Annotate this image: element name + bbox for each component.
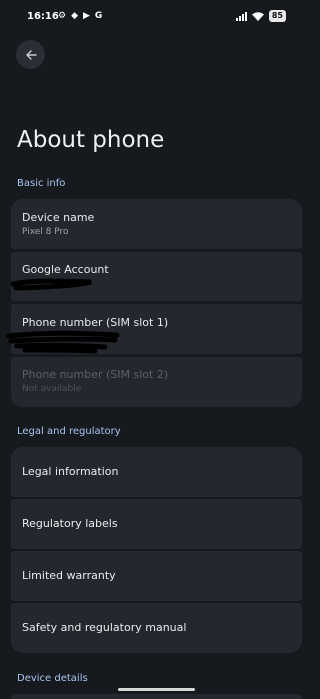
play-notification-icon: ▶ bbox=[83, 11, 90, 21]
google-account-item[interactable]: Google Account bbox=[11, 252, 302, 301]
page-title: About phone bbox=[17, 127, 165, 154]
device-name-title: Device name bbox=[22, 211, 95, 224]
redaction-mark bbox=[11, 278, 92, 291]
phone-number-sim2-status: Not available bbox=[22, 384, 82, 394]
safety-manual-item[interactable]: Safety and regulatory manual bbox=[11, 603, 302, 653]
wifi-icon bbox=[251, 11, 264, 21]
regulatory-labels-item[interactable]: Regulatory labels bbox=[11, 499, 302, 549]
settings-notification-icon: ⚙ bbox=[58, 11, 67, 21]
phone-number-sim1-title: Phone number (SIM slot 1) bbox=[22, 316, 169, 329]
legal-information-item[interactable]: Legal information bbox=[11, 447, 302, 497]
phone-number-sim2-title: Phone number (SIM slot 2) bbox=[22, 368, 169, 381]
device-details-group bbox=[11, 694, 302, 699]
device-name-item[interactable]: Device name Pixel 8 Pro bbox=[11, 199, 302, 249]
arrow-back-icon bbox=[25, 49, 37, 60]
legal-information-label: Legal information bbox=[22, 465, 119, 478]
gesture-nav-handle[interactable] bbox=[118, 688, 195, 691]
limited-warranty-item[interactable]: Limited warranty bbox=[11, 551, 302, 601]
legal-group: Legal information Regulatory labels Limi… bbox=[11, 447, 302, 653]
phone-number-sim2-item: Phone number (SIM slot 2) Not available bbox=[11, 357, 302, 407]
google-notification-icon: G bbox=[94, 11, 103, 21]
section-header-device-details: Device details bbox=[17, 673, 88, 684]
signal-icon bbox=[235, 11, 247, 21]
redaction-mark bbox=[6, 330, 120, 354]
phone-number-sim1-item[interactable]: Phone number (SIM slot 1) bbox=[6, 304, 302, 354]
basic-info-group: Device name Pixel 8 Pro Google Account P… bbox=[6, 199, 302, 407]
battery-indicator: 85 bbox=[268, 10, 286, 22]
regulatory-labels-label: Regulatory labels bbox=[22, 517, 118, 530]
section-header-legal: Legal and regulatory bbox=[17, 426, 121, 437]
limited-warranty-label: Limited warranty bbox=[22, 569, 116, 582]
safety-manual-label: Safety and regulatory manual bbox=[22, 621, 187, 634]
back-button[interactable] bbox=[16, 40, 45, 69]
notification-icons: ⚙ ◆ ▶ G bbox=[58, 10, 102, 22]
status-bar: 16:16 ⚙ ◆ ▶ G 85 bbox=[0, 0, 314, 34]
device-name-value: Pixel 8 Pro bbox=[22, 227, 69, 237]
google-account-title: Google Account bbox=[22, 263, 109, 276]
chat-notification-icon: ◆ bbox=[71, 11, 78, 21]
status-time: 16:16 bbox=[27, 11, 59, 22]
system-icons: 85 bbox=[235, 10, 286, 22]
section-header-basic-info: Basic info bbox=[17, 178, 66, 189]
